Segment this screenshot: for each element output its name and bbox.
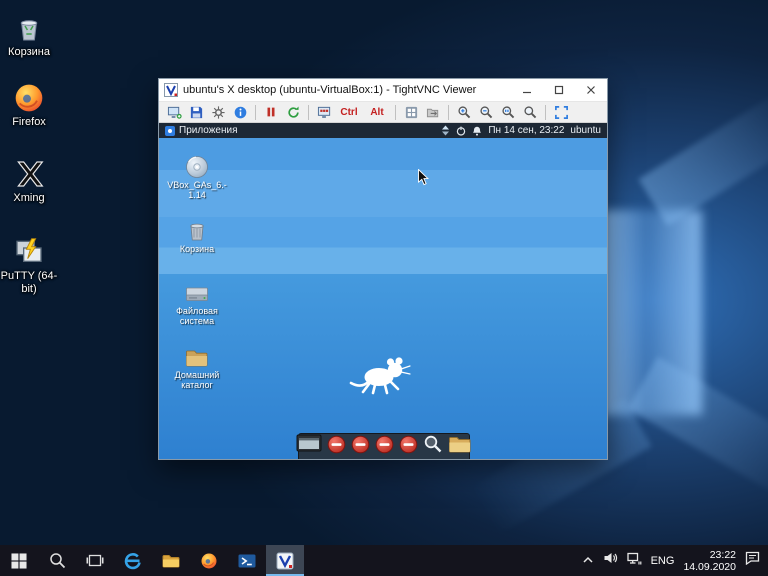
close-button[interactable]	[575, 79, 607, 101]
tightvnc-window: ubuntu's X desktop (ubuntu-VirtualBox:1)…	[158, 78, 608, 460]
desktop-icon-vbox-cd[interactable]: VBox_GAs_6.-1.14	[165, 155, 229, 200]
taskbar-firefox-button[interactable]	[190, 545, 228, 576]
toolbar-separator	[255, 105, 256, 120]
dock-file-manager-button[interactable]	[448, 435, 472, 459]
tray-time: 23:22	[683, 549, 736, 561]
panel-updown-arrows-icon[interactable]	[441, 125, 450, 136]
toolbar-separator	[308, 105, 309, 120]
mouse-cursor	[418, 169, 429, 191]
desktop-icon-home[interactable]: Домашний каталог	[165, 347, 229, 390]
minimize-button[interactable]	[511, 79, 543, 101]
screen: Корзина Firefox Xming	[0, 0, 768, 576]
desktop-icon-recycle-bin[interactable]: Корзина	[0, 12, 58, 59]
putty-icon	[0, 236, 58, 268]
zoom-out-button[interactable]	[476, 103, 496, 122]
dock-blocked-launcher-icon[interactable]	[351, 435, 370, 459]
dock-blocked-launcher-icon[interactable]	[375, 435, 394, 459]
hard-drive-icon	[165, 283, 229, 305]
vnc-remote-desktop: Приложения Пн 14 сен, 23:22 ubuntu	[159, 123, 607, 459]
desktop-icon-label: Корзина	[165, 244, 229, 254]
tray-date: 14.09.2020	[683, 561, 736, 573]
alt-toggle-button[interactable]: Alt	[364, 103, 390, 122]
desktop-icon-xming[interactable]: Xming	[0, 158, 58, 205]
vnc-window-title: ubuntu's X desktop (ubuntu-VirtualBox:1)…	[183, 84, 511, 96]
desktop-icon-trash[interactable]: Корзина	[165, 219, 229, 254]
desktop-icon-label: Корзина	[0, 46, 58, 59]
desktop-icon-label: Firefox	[0, 116, 58, 129]
fullscreen-button[interactable]	[551, 103, 571, 122]
search-button[interactable]	[38, 545, 76, 576]
desktop-icon-filesystem[interactable]: Файловая система	[165, 283, 229, 326]
zoom-in-button[interactable]	[454, 103, 474, 122]
system-tray: ENG 23:22 14.09.2020	[574, 545, 768, 576]
panel-notification-bell-icon[interactable]	[472, 126, 482, 136]
cd-disc-icon	[165, 155, 229, 179]
vnc-titlebar[interactable]: ubuntu's X desktop (ubuntu-VirtualBox:1)…	[159, 79, 607, 101]
toolbar-separator	[448, 105, 449, 120]
connection-options-button[interactable]	[208, 103, 228, 122]
tray-clock[interactable]: 23:22 14.09.2020	[683, 549, 736, 573]
home-folder-icon	[165, 347, 229, 369]
pause-button[interactable]	[261, 103, 281, 122]
tray-expand-button[interactable]	[582, 552, 594, 570]
applications-menu-label: Приложения	[179, 125, 238, 136]
panel-username[interactable]: ubuntu	[570, 125, 601, 136]
recycle-bin-icon	[0, 12, 58, 44]
desktop-icon-label: Домашний каталог	[165, 370, 229, 390]
xfce-mouse-logo	[348, 353, 414, 400]
desktop-icon-label: PuTTY (64-bit)	[0, 270, 58, 296]
maximize-button[interactable]	[543, 79, 575, 101]
network-icon[interactable]	[627, 552, 642, 570]
dock-blocked-launcher-icon[interactable]	[399, 435, 418, 459]
tightvnc-app-icon	[164, 83, 178, 97]
desktop-icon-label: VBox_GAs_6.-1.14	[165, 180, 229, 200]
taskbar-tightvnc-button[interactable]	[266, 545, 304, 576]
xming-icon	[0, 158, 58, 190]
desktop-icon-label: Файловая система	[165, 306, 229, 326]
refresh-button[interactable]	[283, 103, 303, 122]
action-center-button[interactable]	[745, 551, 760, 570]
xfce-menu-icon	[165, 126, 175, 136]
wallpaper-light-ray	[638, 89, 768, 226]
desktop-icon-putty[interactable]: PuTTY (64-bit)	[0, 236, 58, 296]
taskbar-edge-button[interactable]	[114, 545, 152, 576]
zoom-100-button[interactable]	[498, 103, 518, 122]
trash-icon	[165, 219, 229, 243]
firefox-icon	[0, 82, 58, 114]
desktop-icon-label: Xming	[0, 192, 58, 205]
panel-clock[interactable]: Пн 14 сен, 23:22	[488, 125, 564, 136]
language-indicator[interactable]: ENG	[651, 555, 675, 567]
volume-icon[interactable]	[603, 551, 618, 570]
task-view-button[interactable]	[76, 545, 114, 576]
start-button[interactable]	[0, 545, 38, 576]
desktop-icon-firefox[interactable]: Firefox	[0, 82, 58, 129]
toolbar-separator	[395, 105, 396, 120]
dock-appfinder-button[interactable]	[423, 434, 443, 459]
applications-menu[interactable]: Приложения	[165, 125, 238, 136]
vnc-toolbar: Ctrl Alt	[159, 101, 607, 123]
toolbar-separator	[545, 105, 546, 120]
windows-taskbar: ENG 23:22 14.09.2020	[0, 545, 768, 576]
transfer-files-button[interactable]	[423, 103, 443, 122]
save-session-button[interactable]	[186, 103, 206, 122]
connection-info-button[interactable]	[230, 103, 250, 122]
dock-blocked-launcher-icon[interactable]	[327, 435, 346, 459]
xfce-dock	[298, 433, 470, 459]
send-ctrl-alt-del-button[interactable]	[314, 103, 334, 122]
ctrl-toggle-button[interactable]: Ctrl	[336, 103, 362, 122]
new-connection-button[interactable]	[164, 103, 184, 122]
taskbar-powershell-button[interactable]	[228, 545, 266, 576]
zoom-fit-button[interactable]	[520, 103, 540, 122]
dock-terminal-button[interactable]	[296, 434, 322, 459]
panel-power-icon[interactable]	[456, 126, 466, 136]
xfce-panel: Приложения Пн 14 сен, 23:22 ubuntu	[159, 123, 607, 138]
taskbar-file-explorer-button[interactable]	[152, 545, 190, 576]
send-win-key-button[interactable]	[401, 103, 421, 122]
